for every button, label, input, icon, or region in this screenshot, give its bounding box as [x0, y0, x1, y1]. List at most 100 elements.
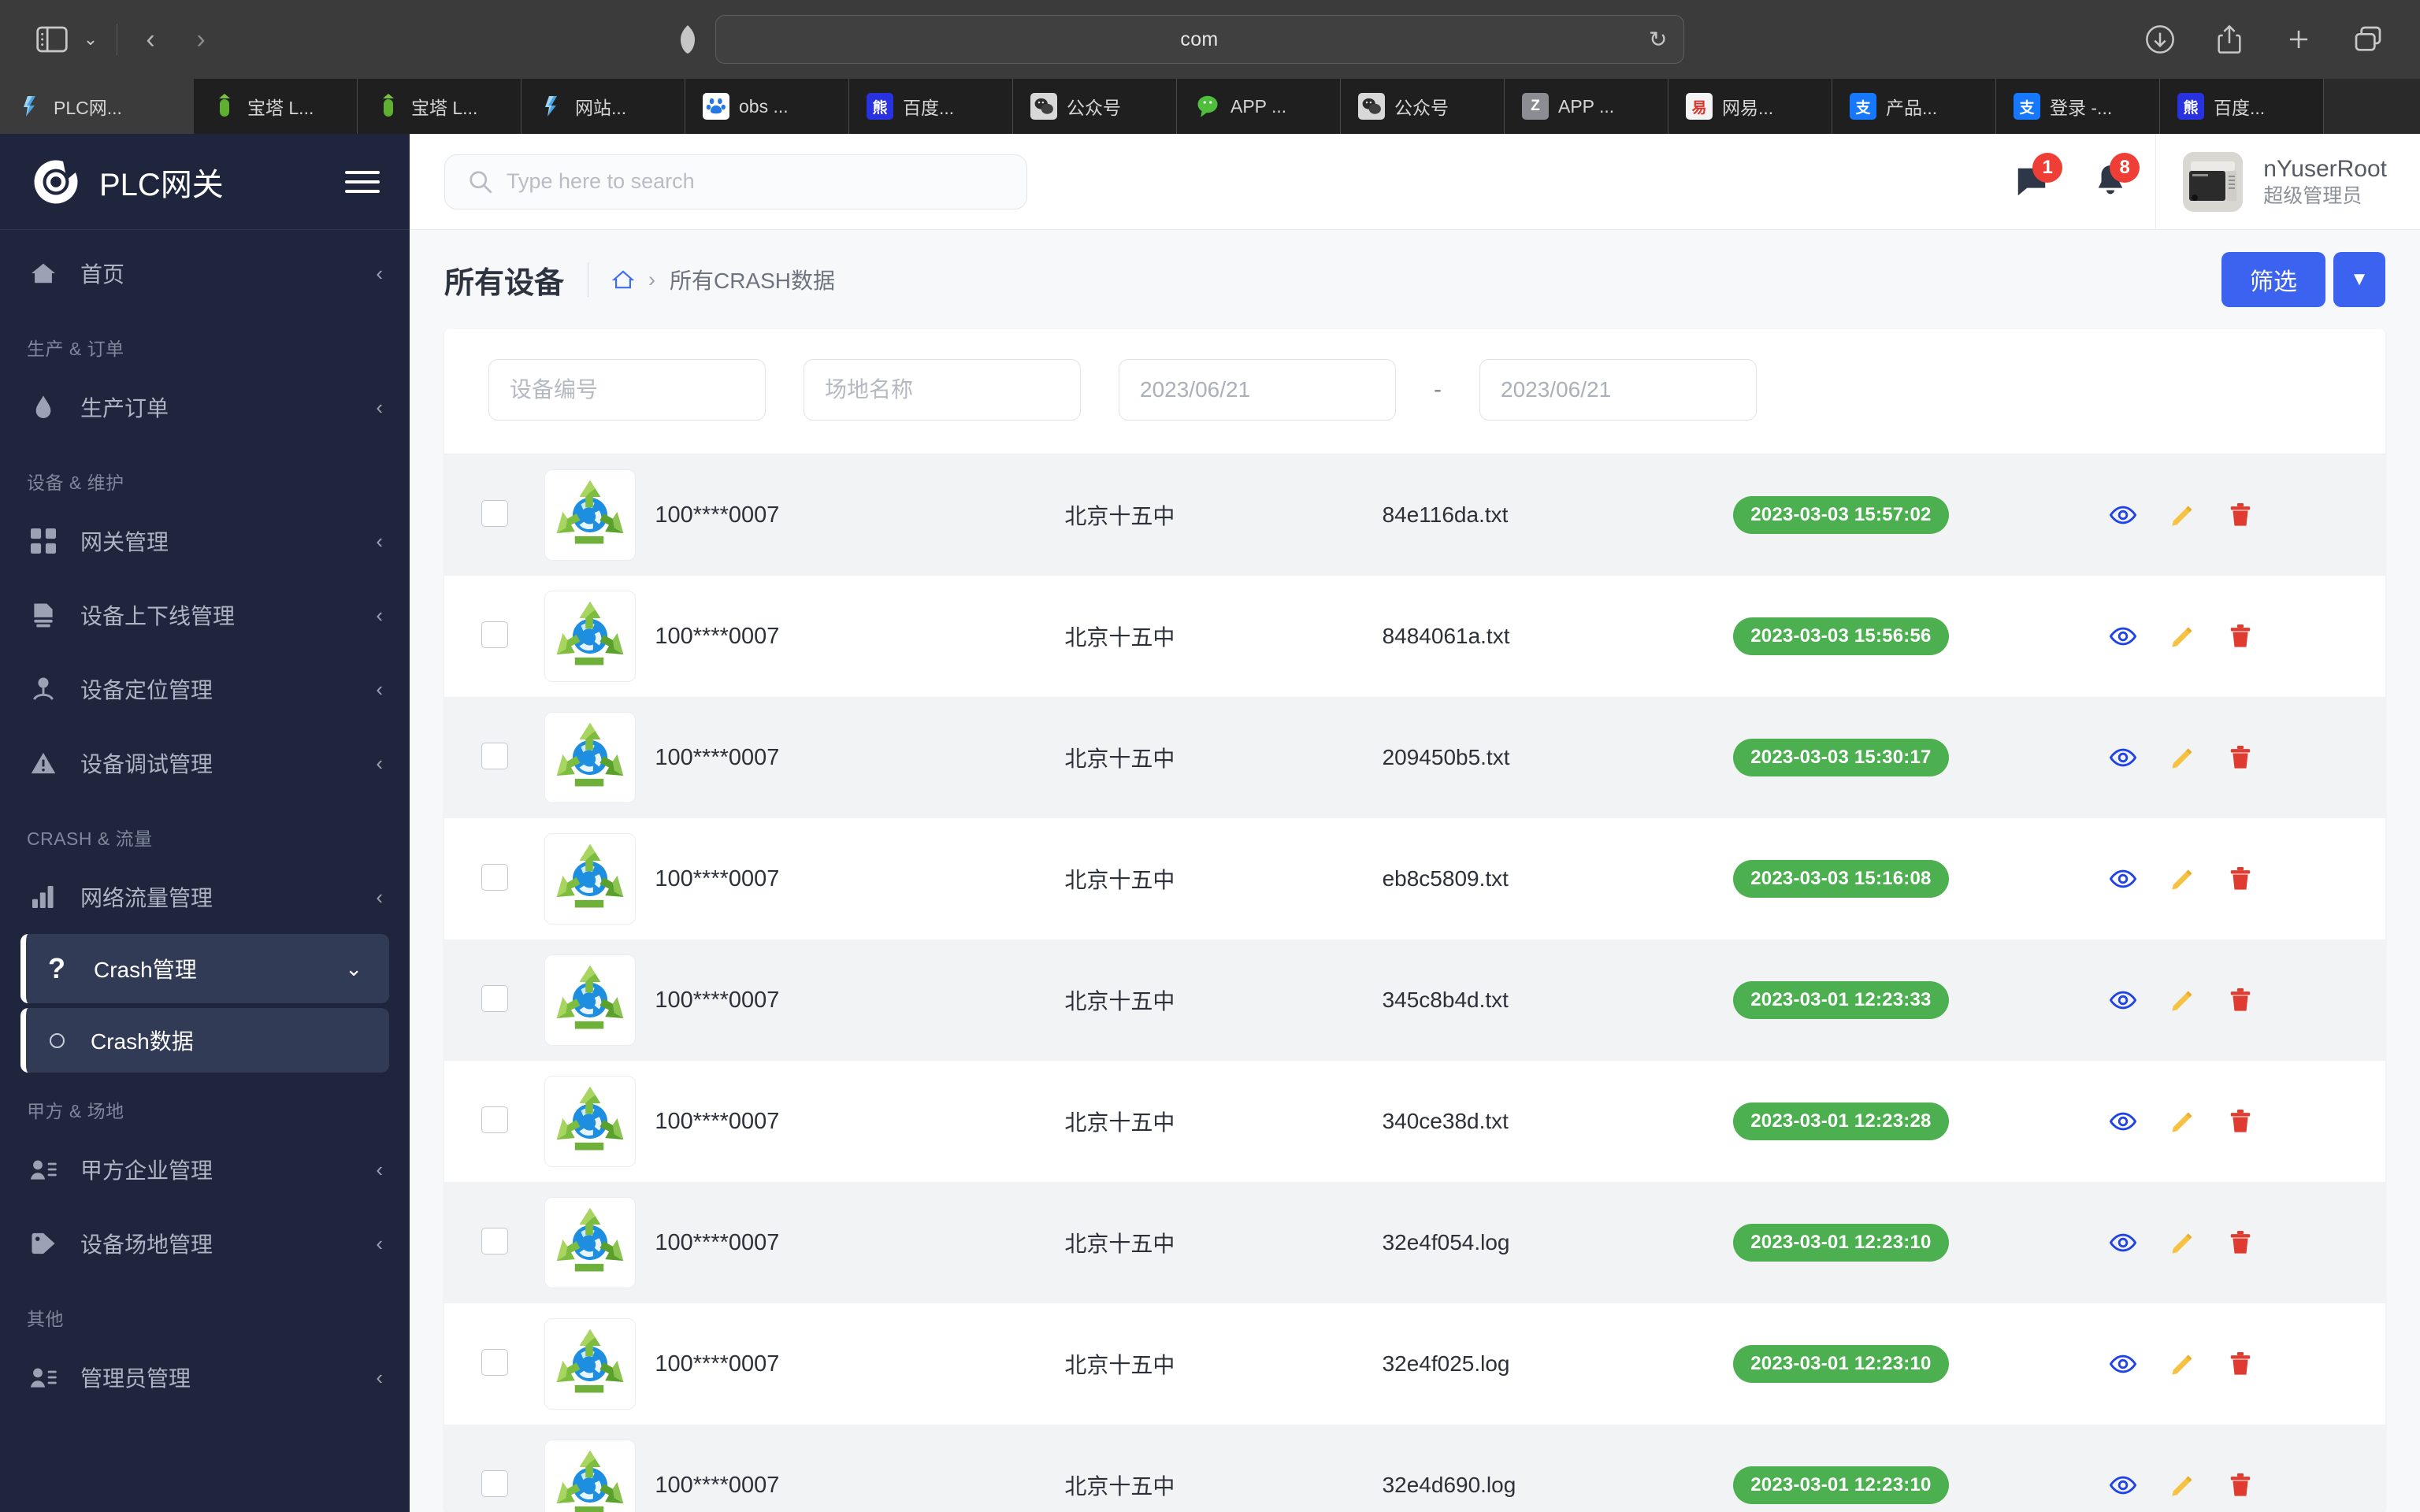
messages-button[interactable]: 1 [2014, 152, 2063, 200]
edit-icon[interactable] [2171, 746, 2195, 769]
browser-tab[interactable]: 熊 百度... [2160, 79, 2324, 134]
delete-icon[interactable] [2229, 867, 2251, 891]
sidebar-item-production-order[interactable]: 生产订单 ‹ [0, 370, 410, 444]
browser-tab[interactable]: 支 产品... [1832, 79, 1996, 134]
delete-icon[interactable] [2229, 1110, 2251, 1133]
row-checkbox-cell[interactable] [444, 697, 544, 818]
sidebar-item-client-enterprise[interactable]: 甲方企业管理 ‹ [0, 1132, 410, 1206]
view-icon[interactable] [2109, 1111, 2136, 1132]
delete-icon[interactable] [2229, 503, 2251, 527]
delete-icon[interactable] [2229, 1352, 2251, 1376]
row-checkbox[interactable] [481, 863, 508, 891]
row-checkbox[interactable] [481, 984, 508, 1012]
browser-tab[interactable]: 熊 百度... [849, 79, 1013, 134]
browser-tab[interactable]: 宝塔 L... [194, 79, 358, 134]
edit-icon[interactable] [2171, 1110, 2195, 1133]
date-start-input[interactable] [1119, 359, 1396, 421]
view-icon[interactable] [2109, 1354, 2136, 1374]
edit-icon[interactable] [2171, 503, 2195, 527]
table-row[interactable]: 100****0007 北京十五中 8484061a.txt 2023-03-0… [444, 576, 2385, 697]
table-row[interactable]: 100****0007 北京十五中 eb8c5809.txt 2023-03-0… [444, 818, 2385, 939]
new-tab-icon[interactable] [2273, 14, 2324, 65]
search-input[interactable] [507, 169, 1003, 194]
browser-tab[interactable]: APP ... [1177, 79, 1341, 134]
forward-arrow-icon[interactable]: › [176, 14, 226, 65]
table-row[interactable]: 100****0007 北京十五中 32e4d690.log 2023-03-0… [444, 1425, 2385, 1512]
sidebar-toggle-icon[interactable] [27, 14, 77, 65]
tab-overview-icon[interactable] [2343, 14, 2393, 65]
downloads-icon[interactable] [2135, 14, 2185, 65]
notifications-button[interactable]: 8 [2094, 152, 2140, 200]
delete-icon[interactable] [2229, 746, 2251, 769]
browser-tab[interactable]: 宝塔 L... [358, 79, 521, 134]
view-icon[interactable] [2109, 1475, 2136, 1495]
browser-tab[interactable]: PLC网... [0, 79, 194, 134]
shield-icon[interactable] [677, 25, 698, 54]
sidebar-item-crash-data[interactable]: Crash数据 [20, 1008, 389, 1073]
filter-button[interactable]: 筛选 [2221, 252, 2325, 307]
row-checkbox-cell[interactable] [444, 818, 544, 939]
delete-icon[interactable] [2229, 1231, 2251, 1254]
sidebar-item-device-site[interactable]: 设备场地管理 ‹ [0, 1206, 410, 1280]
hamburger-menu-icon[interactable] [345, 170, 380, 193]
chevron-down-icon[interactable]: ⌄ [77, 14, 109, 65]
browser-tab[interactable]: 支 登录 -... [1996, 79, 2160, 134]
delete-icon[interactable] [2229, 1473, 2251, 1497]
sidebar-item-network-traffic[interactable]: 网络流量管理 ‹ [0, 860, 410, 934]
row-checkbox-cell[interactable] [444, 939, 544, 1061]
browser-tab[interactable]: 网站... [521, 79, 685, 134]
browser-tab[interactable]: 公众号 [1013, 79, 1177, 134]
sidebar-item-home[interactable]: 首页 ‹ [0, 236, 410, 310]
browser-tab[interactable]: 公众号 [1341, 79, 1505, 134]
back-arrow-icon[interactable]: ‹ [125, 14, 176, 65]
row-checkbox[interactable] [481, 1227, 508, 1254]
edit-icon[interactable] [2171, 1231, 2195, 1254]
sidebar-item-device-debug[interactable]: 设备调试管理 ‹ [0, 726, 410, 800]
share-icon[interactable] [2204, 14, 2255, 65]
row-checkbox[interactable] [481, 1106, 508, 1133]
table-row[interactable]: 100****0007 北京十五中 340ce38d.txt 2023-03-0… [444, 1061, 2385, 1182]
edit-icon[interactable] [2171, 1352, 2195, 1376]
site-name-input[interactable] [804, 359, 1081, 421]
view-icon[interactable] [2109, 990, 2136, 1010]
row-checkbox[interactable] [481, 499, 508, 527]
row-checkbox-cell[interactable] [444, 454, 544, 576]
delete-icon[interactable] [2229, 624, 2251, 648]
table-row[interactable]: 100****0007 北京十五中 345c8b4d.txt 2023-03-0… [444, 939, 2385, 1061]
row-checkbox[interactable] [481, 621, 508, 648]
edit-icon[interactable] [2171, 867, 2195, 891]
table-row[interactable]: 100****0007 北京十五中 209450b5.txt 2023-03-0… [444, 697, 2385, 818]
device-number-input[interactable] [488, 359, 766, 421]
browser-tab[interactable]: Z APP ... [1505, 79, 1668, 134]
row-checkbox[interactable] [481, 742, 508, 769]
sidebar-item-device-online-offline[interactable]: 设备上下线管理 ‹ [0, 578, 410, 652]
view-icon[interactable] [2109, 1232, 2136, 1253]
edit-icon[interactable] [2171, 1473, 2195, 1497]
edit-icon[interactable] [2171, 624, 2195, 648]
view-icon[interactable] [2109, 747, 2136, 768]
table-row[interactable]: 100****0007 北京十五中 32e4f025.log 2023-03-0… [444, 1303, 2385, 1425]
sidebar-item-crash-management[interactable]: ? Crash管理 ⌄ [20, 934, 389, 1003]
row-checkbox[interactable] [481, 1469, 508, 1497]
date-end-input[interactable] [1479, 359, 1757, 421]
row-checkbox-cell[interactable] [444, 1425, 544, 1512]
home-icon[interactable] [612, 269, 635, 290]
view-icon[interactable] [2109, 626, 2136, 647]
browser-tab[interactable]: obs ... [685, 79, 849, 134]
row-checkbox-cell[interactable] [444, 576, 544, 697]
row-checkbox-cell[interactable] [444, 1061, 544, 1182]
row-checkbox[interactable] [481, 1348, 508, 1376]
url-bar[interactable]: com ↻ [714, 15, 1684, 64]
edit-icon[interactable] [2171, 988, 2195, 1012]
table-row[interactable]: 100****0007 北京十五中 32e4f054.log 2023-03-0… [444, 1182, 2385, 1303]
row-checkbox-cell[interactable] [444, 1182, 544, 1303]
row-checkbox-cell[interactable] [444, 1303, 544, 1425]
reload-icon[interactable]: ↻ [1649, 27, 1667, 53]
view-icon[interactable] [2109, 505, 2136, 525]
delete-icon[interactable] [2229, 988, 2251, 1012]
user-profile[interactable]: nYuserRoot 超级管理员 [2156, 151, 2420, 212]
search-box[interactable] [444, 154, 1027, 209]
table-row[interactable]: 100****0007 北京十五中 84e116da.txt 2023-03-0… [444, 454, 2385, 576]
filter-dropdown-button[interactable]: ▼ [2333, 252, 2385, 307]
sidebar-item-gateway-management[interactable]: 网关管理 ‹ [0, 504, 410, 578]
